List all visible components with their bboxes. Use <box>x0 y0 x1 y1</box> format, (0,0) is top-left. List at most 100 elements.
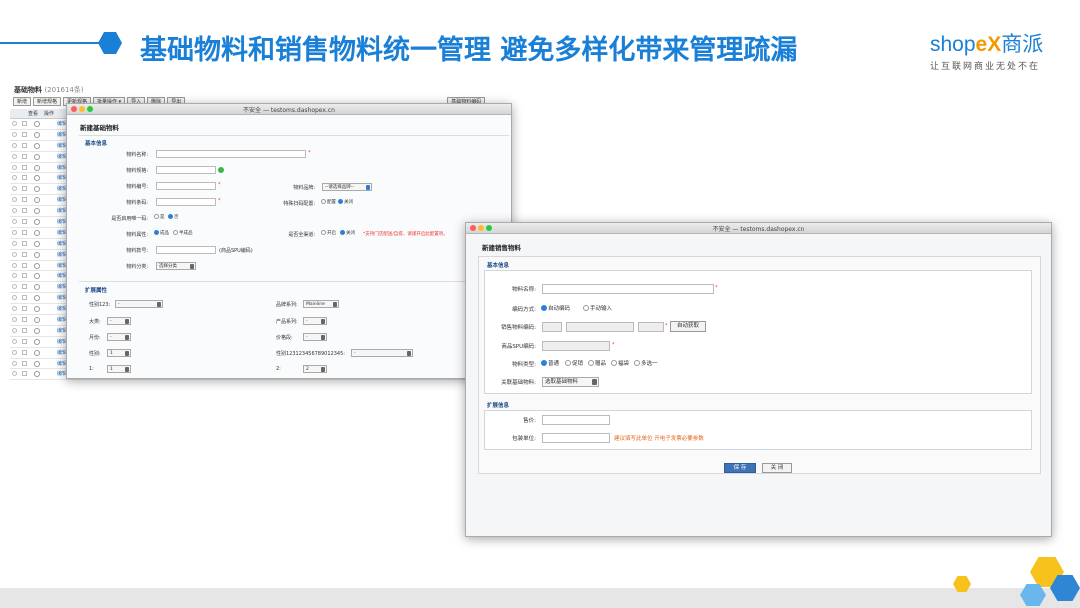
row-radio[interactable] <box>12 306 17 312</box>
radio-material-type[interactable]: 普通 <box>541 359 559 367</box>
view-icon[interactable] <box>34 327 40 334</box>
ext-select[interactable]: 1 <box>107 365 131 373</box>
list-toolbar-button[interactable]: 新增 <box>13 97 32 106</box>
row-checkbox[interactable] <box>22 229 27 235</box>
brand-select[interactable]: --请选择品牌-- <box>322 183 372 191</box>
ext-select[interactable]: - <box>107 333 131 341</box>
row-radio[interactable] <box>12 349 17 355</box>
radio-attr-semi[interactable]: 半成品 <box>173 230 193 236</box>
close-button[interactable]: 关 闭 <box>762 463 792 473</box>
view-icon[interactable] <box>34 240 40 247</box>
row-radio[interactable] <box>12 262 17 268</box>
ext-select[interactable]: 1 <box>107 349 131 357</box>
view-icon[interactable] <box>34 317 40 324</box>
radio-material-type[interactable]: 多选一 <box>634 359 658 367</box>
linked-material-select[interactable]: 选取基础物料 <box>542 377 599 387</box>
row-checkbox[interactable] <box>22 317 27 323</box>
row-radio[interactable] <box>12 131 17 137</box>
row-radio[interactable] <box>12 229 17 235</box>
radio-channel-on[interactable]: 开启 <box>321 230 336 236</box>
row-checkbox[interactable] <box>22 121 27 126</box>
radio-attr-finished[interactable]: 成品 <box>154 230 169 236</box>
view-icon[interactable] <box>34 360 40 367</box>
material-code-input[interactable] <box>156 182 216 190</box>
row-checkbox[interactable] <box>22 360 27 366</box>
category-select[interactable]: 选择分类 <box>156 262 196 270</box>
radio-channel-off[interactable]: 关闭 <box>340 230 355 236</box>
view-icon[interactable] <box>34 229 40 236</box>
unit-input[interactable] <box>542 433 610 443</box>
ext-select[interactable]: Mainline <box>303 300 339 308</box>
row-checkbox[interactable] <box>22 306 27 312</box>
row-radio[interactable] <box>12 251 17 257</box>
view-icon[interactable] <box>34 164 40 171</box>
radio-code-auto[interactable]: 自动编码 <box>541 304 570 312</box>
radio-material-type[interactable]: 促销 <box>565 359 583 367</box>
radio-special-config[interactable]: 配置 <box>321 199 336 205</box>
sales-code-input[interactable] <box>566 322 634 332</box>
row-radio[interactable] <box>12 317 17 323</box>
row-radio[interactable] <box>12 164 17 170</box>
view-icon[interactable] <box>34 219 40 226</box>
row-checkbox[interactable] <box>22 164 27 170</box>
row-radio[interactable] <box>12 327 17 333</box>
row-checkbox[interactable] <box>22 186 27 192</box>
row-checkbox[interactable] <box>22 295 27 301</box>
view-icon[interactable] <box>34 142 40 149</box>
row-radio[interactable] <box>12 371 17 377</box>
ext-select[interactable]: 2 <box>303 365 327 373</box>
row-radio[interactable] <box>12 360 17 366</box>
row-checkbox[interactable] <box>22 327 27 333</box>
sales-name-input[interactable] <box>542 284 714 294</box>
save-button[interactable]: 保 存 <box>724 463 756 473</box>
material-barcode-input[interactable] <box>156 198 216 206</box>
row-checkbox[interactable] <box>22 262 27 268</box>
ext-select[interactable]: - <box>303 317 327 325</box>
row-radio[interactable] <box>12 284 17 290</box>
ext-select[interactable]: - <box>351 349 413 357</box>
ext-select[interactable]: - <box>107 317 131 325</box>
view-icon[interactable] <box>34 349 40 356</box>
view-icon[interactable] <box>34 371 40 378</box>
radio-material-type[interactable]: 赠品 <box>588 359 606 367</box>
row-radio[interactable] <box>12 153 17 159</box>
row-radio[interactable] <box>12 121 17 126</box>
radio-material-type[interactable]: 福袋 <box>611 359 629 367</box>
goods-no-input[interactable] <box>156 246 216 254</box>
radio-unique-no[interactable]: 否 <box>168 214 179 220</box>
view-icon[interactable] <box>34 251 40 258</box>
row-checkbox[interactable] <box>22 273 27 279</box>
row-radio[interactable] <box>12 175 17 181</box>
row-checkbox[interactable] <box>22 142 27 148</box>
row-checkbox[interactable] <box>22 153 27 159</box>
material-name-input[interactable] <box>156 150 306 158</box>
row-checkbox[interactable] <box>22 219 27 225</box>
radio-unique-yes[interactable]: 是 <box>154 214 165 220</box>
radio-code-manual[interactable]: 手动输入 <box>583 304 612 312</box>
row-checkbox[interactable] <box>22 251 27 257</box>
row-checkbox[interactable] <box>22 197 27 203</box>
row-radio[interactable] <box>12 295 17 301</box>
view-icon[interactable] <box>34 295 40 302</box>
list-toolbar-button[interactable]: 新增规格 <box>33 97 62 106</box>
view-icon[interactable] <box>34 284 40 291</box>
row-checkbox[interactable] <box>22 349 27 355</box>
view-icon[interactable] <box>34 131 40 138</box>
ext-select[interactable]: - <box>303 333 327 341</box>
row-checkbox[interactable] <box>22 208 27 214</box>
row-radio[interactable] <box>12 208 17 214</box>
row-checkbox[interactable] <box>22 131 27 137</box>
view-icon[interactable] <box>34 306 40 313</box>
row-radio[interactable] <box>12 240 17 246</box>
view-icon[interactable] <box>34 121 40 127</box>
row-radio[interactable] <box>12 273 17 279</box>
spu-code-input[interactable] <box>542 341 610 351</box>
row-checkbox[interactable] <box>22 240 27 246</box>
ext-select[interactable]: - <box>115 300 163 308</box>
view-icon[interactable] <box>34 208 40 215</box>
row-checkbox[interactable] <box>22 284 27 290</box>
material-spec-input[interactable] <box>156 166 216 174</box>
view-icon[interactable] <box>34 186 40 193</box>
row-checkbox[interactable] <box>22 175 27 181</box>
row-radio[interactable] <box>12 186 17 192</box>
